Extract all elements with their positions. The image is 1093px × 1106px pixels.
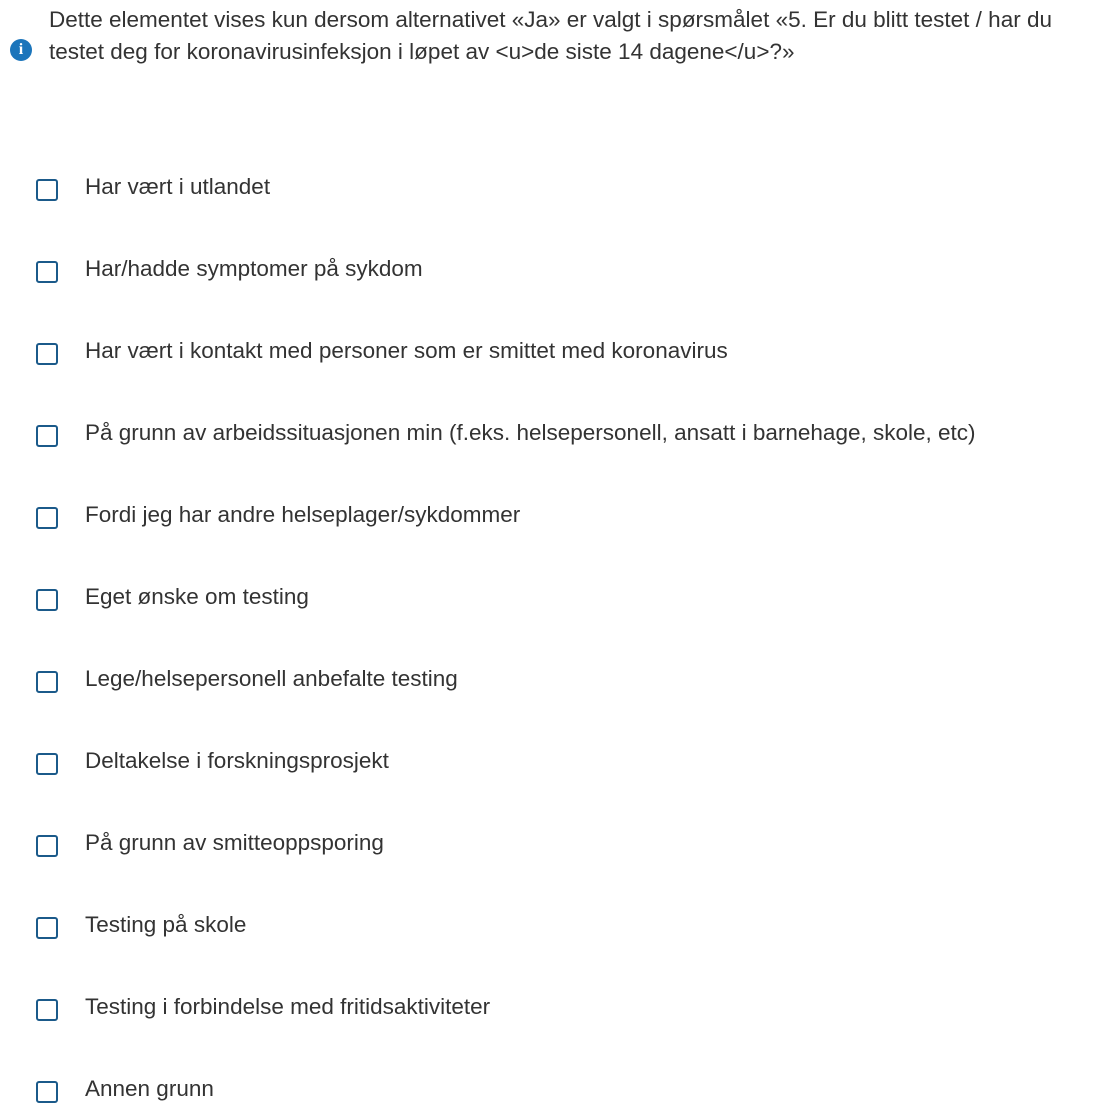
checkbox[interactable]: [36, 343, 58, 365]
option-label: Annen grunn: [85, 1076, 214, 1101]
option-spacer: [36, 368, 1086, 416]
option-har-vaert-i-utlandet[interactable]: Har vært i utlandet: [36, 170, 1086, 204]
checkbox[interactable]: [36, 425, 58, 447]
checkbox[interactable]: [36, 507, 58, 529]
option-andre-helseplager[interactable]: Fordi jeg har andre helseplager/sykdomme…: [36, 498, 1086, 532]
option-label: Har vært i utlandet: [85, 174, 271, 199]
option-symptomer[interactable]: Har/hadde symptomer på sykdom: [36, 252, 1086, 286]
option-annen-grunn[interactable]: Annen grunn: [36, 1072, 1086, 1106]
option-label: Har vært i kontakt med personer som er s…: [85, 338, 728, 363]
option-spacer: [36, 1024, 1086, 1072]
option-label: Lege/helsepersonell anbefalte testing: [85, 666, 458, 691]
checkbox[interactable]: [36, 179, 58, 201]
option-spacer: [36, 286, 1086, 334]
option-label: Har/hadde symptomer på sykdom: [85, 256, 423, 281]
option-label: Testing i forbindelse med fritidsaktivit…: [85, 994, 491, 1019]
option-spacer: [36, 532, 1086, 580]
option-label: Eget ønske om testing: [85, 584, 309, 609]
option-label: Fordi jeg har andre helseplager/sykdomme…: [85, 502, 521, 527]
checkbox-list: Har vært i utlandet Har/hadde symptomer …: [36, 170, 1086, 1106]
checkbox[interactable]: [36, 589, 58, 611]
option-label: På grunn av arbeidssituasjonen min (f.ek…: [85, 420, 976, 445]
checkbox[interactable]: [36, 835, 58, 857]
option-label: På grunn av smitteoppsporing: [85, 830, 384, 855]
option-spacer: [36, 204, 1086, 252]
checkbox[interactable]: [36, 999, 58, 1021]
option-label: Deltakelse i forskningsprosjekt: [85, 748, 389, 773]
checkbox[interactable]: [36, 753, 58, 775]
info-icon: i: [10, 39, 32, 61]
option-spacer: [36, 942, 1086, 990]
option-spacer: [36, 860, 1086, 908]
checkbox[interactable]: [36, 671, 58, 693]
checkbox[interactable]: [36, 261, 58, 283]
option-label: Testing på skole: [85, 912, 247, 937]
info-text: Dette elementet vises kun dersom alterna…: [49, 7, 1052, 64]
option-arbeidssituasjon[interactable]: På grunn av arbeidssituasjonen min (f.ek…: [36, 416, 1086, 450]
option-spacer: [36, 696, 1086, 744]
option-eget-onske[interactable]: Eget ønske om testing: [36, 580, 1086, 614]
option-kontakt-smittet[interactable]: Har vært i kontakt med personer som er s…: [36, 334, 1086, 368]
checkbox[interactable]: [36, 917, 58, 939]
option-spacer: [36, 450, 1086, 498]
option-smitteoppsporing[interactable]: På grunn av smitteoppsporing: [36, 826, 1086, 860]
option-testing-skole[interactable]: Testing på skole: [36, 908, 1086, 942]
option-lege-anbefalte[interactable]: Lege/helsepersonell anbefalte testing: [36, 662, 1086, 696]
checkbox[interactable]: [36, 1081, 58, 1103]
option-spacer: [36, 778, 1086, 826]
option-spacer: [36, 614, 1086, 662]
info-notice: i Dette elementet vises kun dersom alter…: [8, 4, 1088, 68]
option-fritidsaktiviteter[interactable]: Testing i forbindelse med fritidsaktivit…: [36, 990, 1086, 1024]
option-forskningsprosjekt[interactable]: Deltakelse i forskningsprosjekt: [36, 744, 1086, 778]
